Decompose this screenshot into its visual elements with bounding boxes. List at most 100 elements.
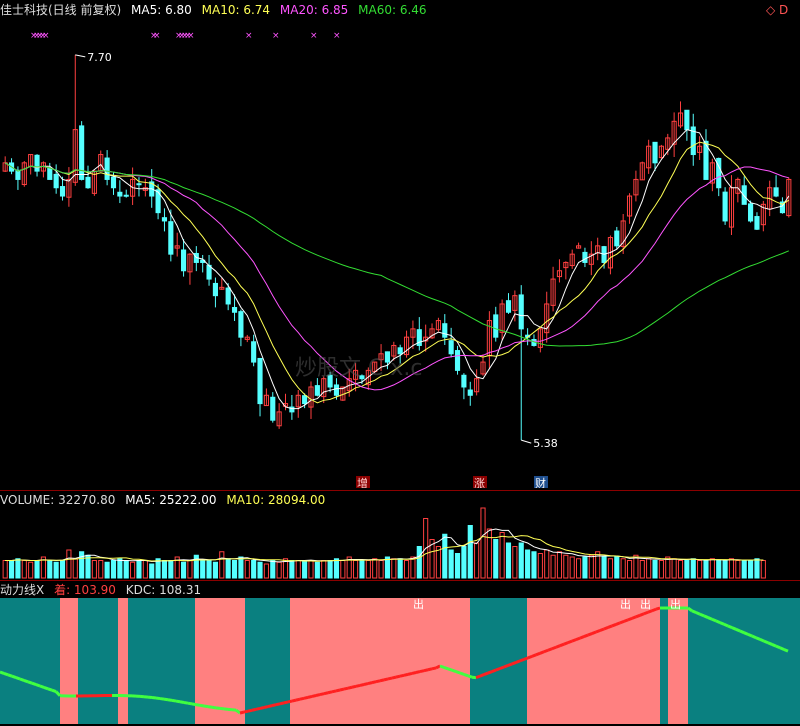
indicator-block	[290, 658, 318, 724]
power-line-segment	[31, 681, 37, 687]
power-line-segment	[643, 610, 649, 616]
power-line-segment	[399, 673, 405, 678]
power-line-segment	[239, 710, 245, 715]
power-line-segment	[263, 705, 269, 709]
volume-bar	[391, 558, 397, 579]
volume-bar	[225, 558, 231, 579]
volume-bar	[53, 561, 59, 579]
candle-body	[168, 221, 174, 255]
power-line-segment	[559, 642, 565, 648]
power-line-segment	[499, 665, 505, 670]
volume-label: VOLUME: 32270.80	[0, 493, 116, 507]
volume-bar	[117, 558, 123, 579]
power-line-segment	[735, 627, 741, 633]
power-line-segment	[423, 668, 429, 673]
power-line-segment	[771, 643, 777, 648]
power-line-segment	[307, 694, 313, 699]
volume-bar	[741, 560, 747, 579]
power-line-segment	[607, 624, 613, 629]
candle-body	[741, 185, 747, 205]
candle-body	[270, 396, 276, 421]
power-line-segment	[167, 698, 173, 702]
candle-body	[161, 217, 168, 222]
power-line-segment	[0, 670, 5, 675]
power-line-segment	[295, 697, 301, 702]
volume-bar	[467, 525, 473, 579]
out-signal-label: 出	[620, 598, 631, 611]
power-line-segment	[747, 632, 753, 638]
volume-bar	[671, 558, 677, 579]
volume-bar	[104, 561, 110, 579]
out-signal-label: 出	[640, 598, 651, 611]
power-line-segment	[623, 618, 629, 623]
volume-bar	[168, 560, 174, 579]
candle-body	[136, 183, 142, 186]
power-line-segment	[523, 656, 529, 661]
volume-bar	[276, 561, 282, 579]
indicator-block	[470, 658, 480, 724]
candle-body	[59, 186, 66, 197]
volume-bar	[748, 560, 754, 579]
volume-bar	[754, 558, 760, 579]
panel-divider	[0, 490, 800, 491]
volume-bar	[397, 558, 403, 579]
volume-bar	[263, 563, 269, 579]
volume-bar	[200, 560, 206, 579]
ma-line-ma60	[4, 162, 789, 347]
candle-body	[34, 154, 40, 172]
power-line-segment	[571, 638, 577, 643]
power-line-segment	[51, 688, 57, 694]
volume-bar	[626, 560, 633, 579]
signal-x-mark: ×	[187, 31, 195, 41]
power-line-segment	[275, 702, 281, 707]
power-line-segment	[355, 683, 361, 688]
volume-bar	[302, 560, 308, 579]
volume-bar	[614, 556, 620, 579]
volume-bar	[321, 560, 327, 579]
power-line-segment	[703, 614, 709, 619]
power-line-segment	[479, 673, 485, 678]
power-line-segment	[195, 703, 201, 707]
volume-bar	[206, 560, 212, 579]
ma10-label: MA10: 6.74	[201, 3, 271, 17]
indicator-kdc-label: KDC: 108.31	[125, 583, 202, 597]
volume-bar	[735, 560, 741, 579]
power-line-segment	[11, 674, 17, 680]
indicator-chart[interactable]: 出出出出	[0, 598, 800, 724]
volume-bar	[525, 549, 531, 579]
volume-chart[interactable]	[0, 506, 800, 580]
volume-bar	[308, 560, 314, 579]
volume-bar	[72, 558, 78, 579]
volume-bar	[123, 560, 129, 579]
power-line-segment	[3, 671, 9, 677]
power-line-segment	[407, 671, 413, 676]
power-line-segment	[639, 612, 645, 617]
volume-bar	[219, 551, 225, 579]
power-line-segment	[339, 687, 345, 692]
power-line-segment	[267, 704, 273, 709]
candle-body	[110, 176, 117, 189]
power-line-segment	[551, 645, 557, 651]
candle-body	[518, 294, 524, 330]
signal-x-mark: ×	[42, 31, 50, 41]
power-line-segment	[691, 609, 697, 614]
power-line-segment	[387, 676, 393, 681]
corner-diamond-icon[interactable]: ◇ D	[766, 3, 788, 17]
power-line-segment	[43, 685, 49, 691]
signal-x-mark: ×	[333, 31, 341, 41]
power-line-segment	[375, 679, 381, 684]
power-line-segment	[415, 670, 421, 674]
power-line-segment	[763, 639, 769, 645]
price-chart[interactable]: ××××× ×× ××××× × × × ×7.705.38增涨财炒股文 C x.c	[0, 20, 800, 488]
power-line-segment	[463, 672, 469, 678]
candle-body	[448, 340, 454, 355]
power-line-segment	[327, 690, 333, 695]
power-line-segment	[163, 697, 169, 702]
panel-divider-2	[0, 580, 800, 581]
volume-bar	[569, 556, 575, 579]
volume-bar	[231, 560, 238, 579]
power-line-segment	[383, 677, 389, 682]
volume-bar	[333, 558, 340, 579]
volume-bar	[601, 556, 607, 579]
volume-bar	[709, 558, 715, 579]
